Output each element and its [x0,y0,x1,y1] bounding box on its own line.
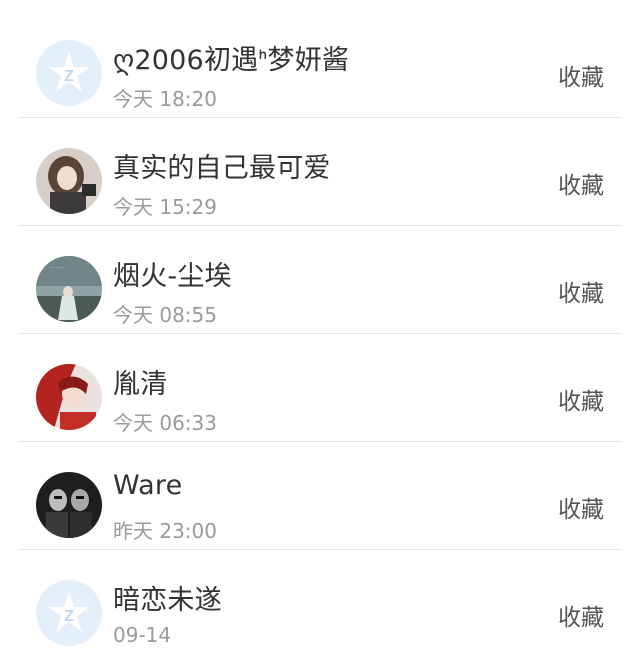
contact-time: 今天 18:20 [113,87,217,111]
contact-time: 今天 15:29 [113,195,217,219]
photo-avatar[interactable]: .. .. .. [36,256,102,322]
favorite-button[interactable]: 收藏 [558,166,604,200]
svg-text:.. .. ..: .. .. .. [50,264,64,270]
photo-avatar[interactable] [36,364,102,430]
favorite-button[interactable]: 收藏 [558,382,604,416]
svg-text:Z: Z [64,608,74,625]
contact-name: 烟火-尘埃 [113,261,232,292]
contact-list: Z ღ2006初遇ᑋ梦妍酱 今天 18:20 收藏 真实的自己最可爱 今天 15… [0,0,640,658]
list-item[interactable]: .. .. .. 烟火-尘埃 今天 08:55 收藏 [0,226,640,334]
contact-name: 真实的自己最可爱 [113,153,331,184]
favorite-button[interactable]: 收藏 [558,58,604,92]
contact-time: 今天 08:55 [113,303,217,327]
contact-name: Ware [113,470,183,501]
qzone-default-avatar-icon[interactable]: Z [36,40,102,106]
favorite-button[interactable]: 收藏 [558,274,604,308]
svg-text:Z: Z [64,68,74,85]
list-item[interactable]: 真实的自己最可爱 今天 15:29 收藏 [0,118,640,226]
contact-time: 09-14 [113,623,172,647]
list-item[interactable]: Ware 昨天 23:00 收藏 [0,442,640,550]
favorite-button[interactable]: 收藏 [558,598,604,632]
contact-time: 昨天 23:00 [113,519,217,543]
contact-time: 今天 06:33 [113,411,217,435]
favorite-button[interactable]: 收藏 [558,490,604,524]
contact-name: 胤清 [113,369,168,400]
list-item[interactable]: Z ღ2006初遇ᑋ梦妍酱 今天 18:20 收藏 [0,10,640,118]
list-item[interactable]: Z 暗恋未遂 09-14 收藏 [0,550,640,658]
qzone-default-avatar-icon[interactable]: Z [36,580,102,646]
contact-name: 暗恋未遂 [113,585,222,616]
photo-avatar[interactable] [36,148,102,214]
list-item[interactable]: 胤清 今天 06:33 收藏 [0,334,640,442]
photo-avatar[interactable] [36,472,102,538]
contact-name: ღ2006初遇ᑋ梦妍酱 [113,45,350,76]
